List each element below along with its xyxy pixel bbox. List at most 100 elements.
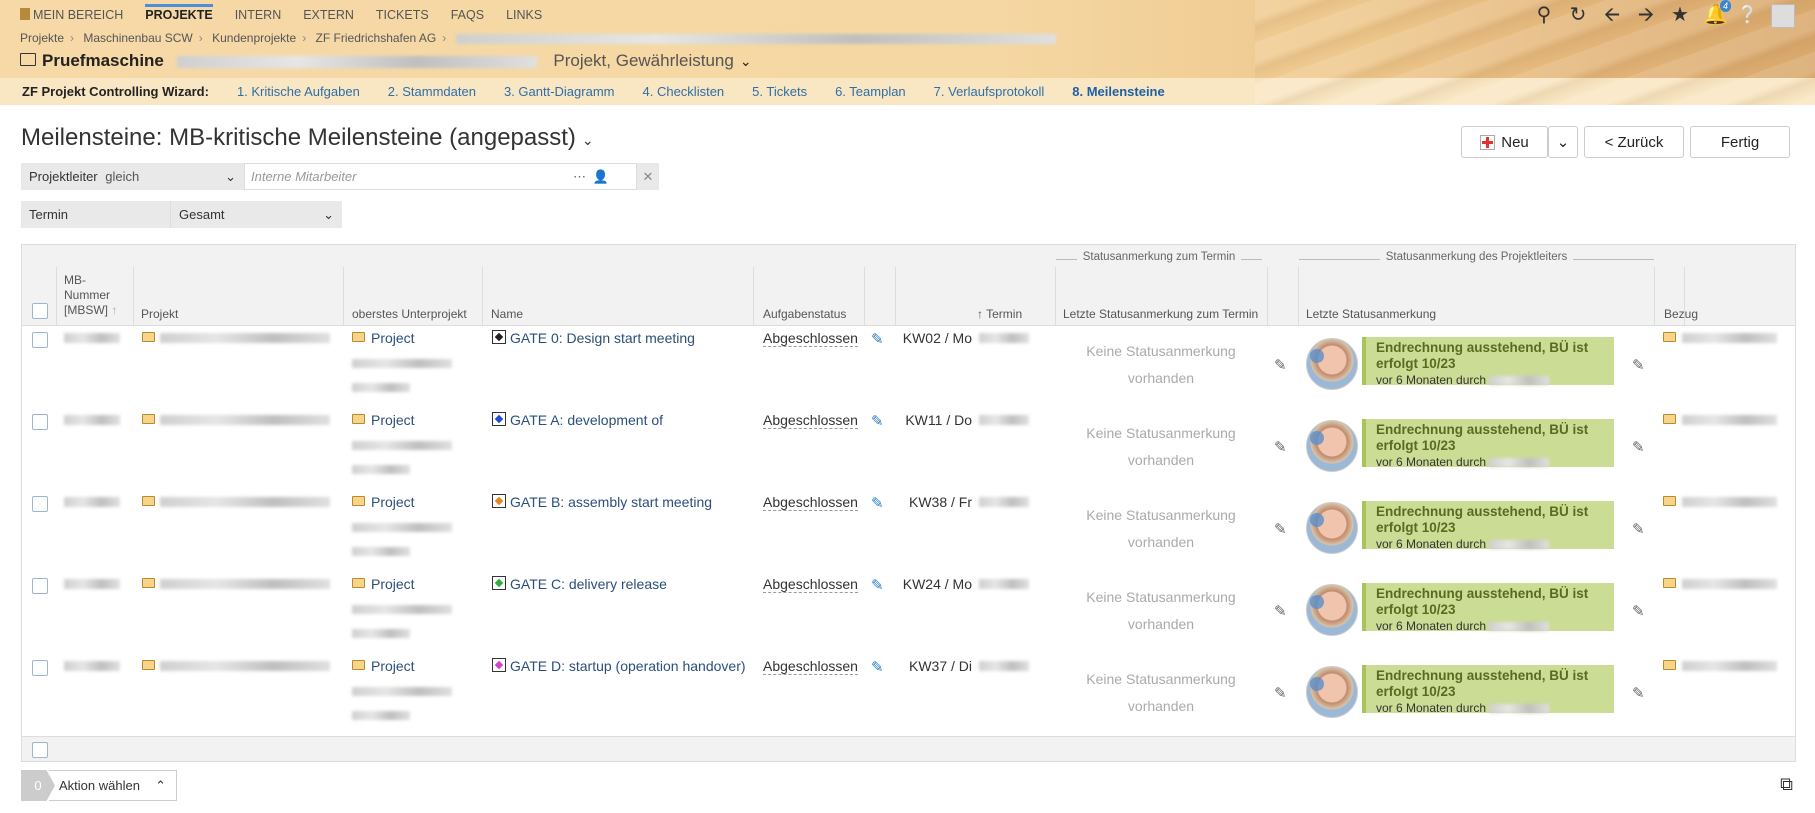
wizard-step-6[interactable]: 6. Teamplan (835, 84, 906, 99)
wizard-step-8[interactable]: 8. Meilensteine (1072, 84, 1164, 99)
pencil-icon[interactable]: ✎ (1274, 602, 1287, 620)
status-select[interactable]: Abgeschlossen (763, 658, 858, 675)
redacted-project[interactable] (160, 497, 330, 507)
search-icon[interactable]: ⚲ (1533, 4, 1555, 28)
nav-extern[interactable]: EXTERN (303, 7, 354, 25)
table-row[interactable]: Project GATE A: development of Abgeschlo… (22, 408, 1795, 491)
chevron-down-icon[interactable]: ⌄ (740, 53, 752, 69)
nav-intern[interactable]: INTERN (235, 7, 282, 25)
bell-icon[interactable]: 🔔 4 (1703, 0, 1731, 28)
nav-faqs[interactable]: FAQS (451, 7, 484, 25)
refresh-icon[interactable]: ↻ (1567, 4, 1589, 28)
row-checkbox[interactable] (32, 332, 48, 348)
col-mbnr[interactable]: MB-Nummer [MBSW] ↑ (64, 273, 124, 318)
pencil-icon[interactable]: ✎ (1632, 684, 1645, 702)
clear-filter-icon[interactable]: ✕ (637, 163, 659, 190)
table-row[interactable]: Project GATE B: assembly start meeting A… (22, 490, 1795, 573)
table-row[interactable]: Project GATE C: delivery release Abgesch… (22, 572, 1795, 655)
star-icon[interactable]: ★ (1669, 4, 1691, 28)
table-row[interactable]: Project GATE D: startup (operation hando… (22, 654, 1795, 737)
breadcrumb-maschinenbau[interactable]: Maschinenbau SCW (83, 31, 192, 45)
col-letzte-termin[interactable]: Letzte Statusanmerkung zum Termin (1063, 307, 1258, 321)
new-dropdown-button[interactable]: ⌄ (1548, 126, 1578, 158)
status-select[interactable]: Abgeschlossen (763, 330, 858, 347)
done-button[interactable]: Fertig (1690, 126, 1790, 158)
redacted-project[interactable] (160, 661, 330, 671)
status-select[interactable]: Abgeschlossen (763, 494, 858, 511)
status-select[interactable]: Abgeschlossen (763, 576, 858, 593)
row-checkbox[interactable] (32, 578, 48, 594)
unterprojekt-link[interactable]: Project (371, 412, 415, 428)
forward-arrow-icon[interactable]: 🡪 (1635, 4, 1657, 28)
col-name[interactable]: Name (491, 307, 523, 321)
pencil-icon[interactable]: ✎ (1274, 438, 1287, 456)
select-all-checkbox[interactable] (32, 303, 48, 319)
project-subtitle[interactable]: Projekt, Gewährleistung (553, 51, 733, 70)
pencil-icon[interactable]: ✎ (1632, 520, 1645, 538)
redacted-bezug[interactable] (1682, 661, 1777, 671)
col-status[interactable]: Aufgabenstatus (763, 307, 846, 321)
back-arrow-icon[interactable]: 🡨 (1601, 4, 1623, 28)
user-avatar[interactable] (1771, 4, 1795, 28)
unterprojekt-link[interactable]: Project (371, 658, 415, 674)
edit-icon[interactable]: ✎ (871, 576, 884, 594)
col-unterprojekt[interactable]: oberstes Unterprojekt (352, 307, 467, 321)
row-checkbox[interactable] (32, 660, 48, 676)
more-icon[interactable]: ⋯ (573, 169, 586, 185)
projektleiter-operator[interactable]: Projektleiter gleich ⌄ (21, 163, 244, 190)
help-icon[interactable]: ❔ (1737, 4, 1759, 28)
edit-icon[interactable]: ✎ (871, 412, 884, 430)
redacted-project[interactable] (160, 415, 330, 425)
redacted-project[interactable] (160, 579, 330, 589)
projektleiter-input[interactable]: Interne Mitarbeiter ⋯ 👤 (244, 163, 637, 190)
wizard-step-1[interactable]: 1. Kritische Aufgaben (237, 84, 360, 99)
nav-projekte[interactable]: PROJEKTE (145, 4, 213, 25)
termin-select[interactable]: Gesamt ⌄ (171, 201, 342, 228)
redacted-bezug[interactable] (1682, 333, 1777, 343)
row-checkbox[interactable] (32, 414, 48, 430)
pencil-icon[interactable]: ✎ (1632, 438, 1645, 456)
status-select[interactable]: Abgeschlossen (763, 412, 858, 429)
milestone-name-link[interactable]: GATE C: delivery release (492, 576, 667, 592)
breadcrumb-zf[interactable]: ZF Friedrichshafen AG (316, 31, 437, 45)
row-checkbox[interactable] (32, 496, 48, 512)
wizard-step-2[interactable]: 2. Stammdaten (388, 84, 476, 99)
edit-icon[interactable]: ✎ (871, 494, 884, 512)
wizard-step-3[interactable]: 3. Gantt-Diagramm (504, 84, 615, 99)
nav-links[interactable]: LINKS (506, 7, 542, 25)
redacted-bezug[interactable] (1682, 579, 1777, 589)
pencil-icon[interactable]: ✎ (1632, 602, 1645, 620)
edit-icon[interactable]: ✎ (871, 330, 884, 348)
nav-tickets[interactable]: TICKETS (376, 7, 429, 25)
col-termin[interactable]: ↑ Termin (977, 307, 1022, 321)
person-icon[interactable]: 👤 (593, 169, 609, 185)
breadcrumb-kundenprojekte[interactable]: Kundenprojekte (212, 31, 296, 45)
unterprojekt-link[interactable]: Project (371, 494, 415, 510)
redacted-bezug[interactable] (1682, 415, 1777, 425)
pencil-icon[interactable]: ✎ (1632, 356, 1645, 374)
pencil-icon[interactable]: ✎ (1274, 520, 1287, 538)
redacted-project[interactable] (160, 333, 330, 343)
new-button[interactable]: Neu (1461, 126, 1548, 158)
chevron-down-icon[interactable]: ⌄ (582, 132, 594, 148)
col-letzte[interactable]: Letzte Statusanmerkung (1306, 307, 1436, 321)
col-projekt[interactable]: Projekt (141, 307, 178, 321)
unterprojekt-link[interactable]: Project (371, 576, 415, 592)
page-title[interactable]: Meilensteine: MB-kritische Meilensteine … (21, 124, 594, 152)
export-icon[interactable]: ⧉ (1780, 774, 1793, 795)
wizard-step-5[interactable]: 5. Tickets (752, 84, 807, 99)
col-bezug[interactable]: Bezug (1664, 307, 1698, 321)
wizard-step-4[interactable]: 4. Checklisten (643, 84, 725, 99)
redacted-bezug[interactable] (1682, 497, 1777, 507)
milestone-name-link[interactable]: GATE A: development of (492, 412, 663, 428)
milestone-name-link[interactable]: GATE B: assembly start meeting (492, 494, 712, 510)
breadcrumb-projekte[interactable]: Projekte (20, 31, 64, 45)
nav-mein-bereich[interactable]: MEIN BEREICH (20, 7, 123, 25)
pencil-icon[interactable]: ✎ (1274, 684, 1287, 702)
pencil-icon[interactable]: ✎ (1274, 356, 1287, 374)
action-select[interactable]: Aktion wählen ⌃ (49, 770, 177, 801)
table-row[interactable]: Project GATE 0: Design start meeting Abg… (22, 326, 1795, 409)
unterprojekt-link[interactable]: Project (371, 330, 415, 346)
edit-icon[interactable]: ✎ (871, 658, 884, 676)
back-button[interactable]: < Zurück (1584, 126, 1684, 158)
